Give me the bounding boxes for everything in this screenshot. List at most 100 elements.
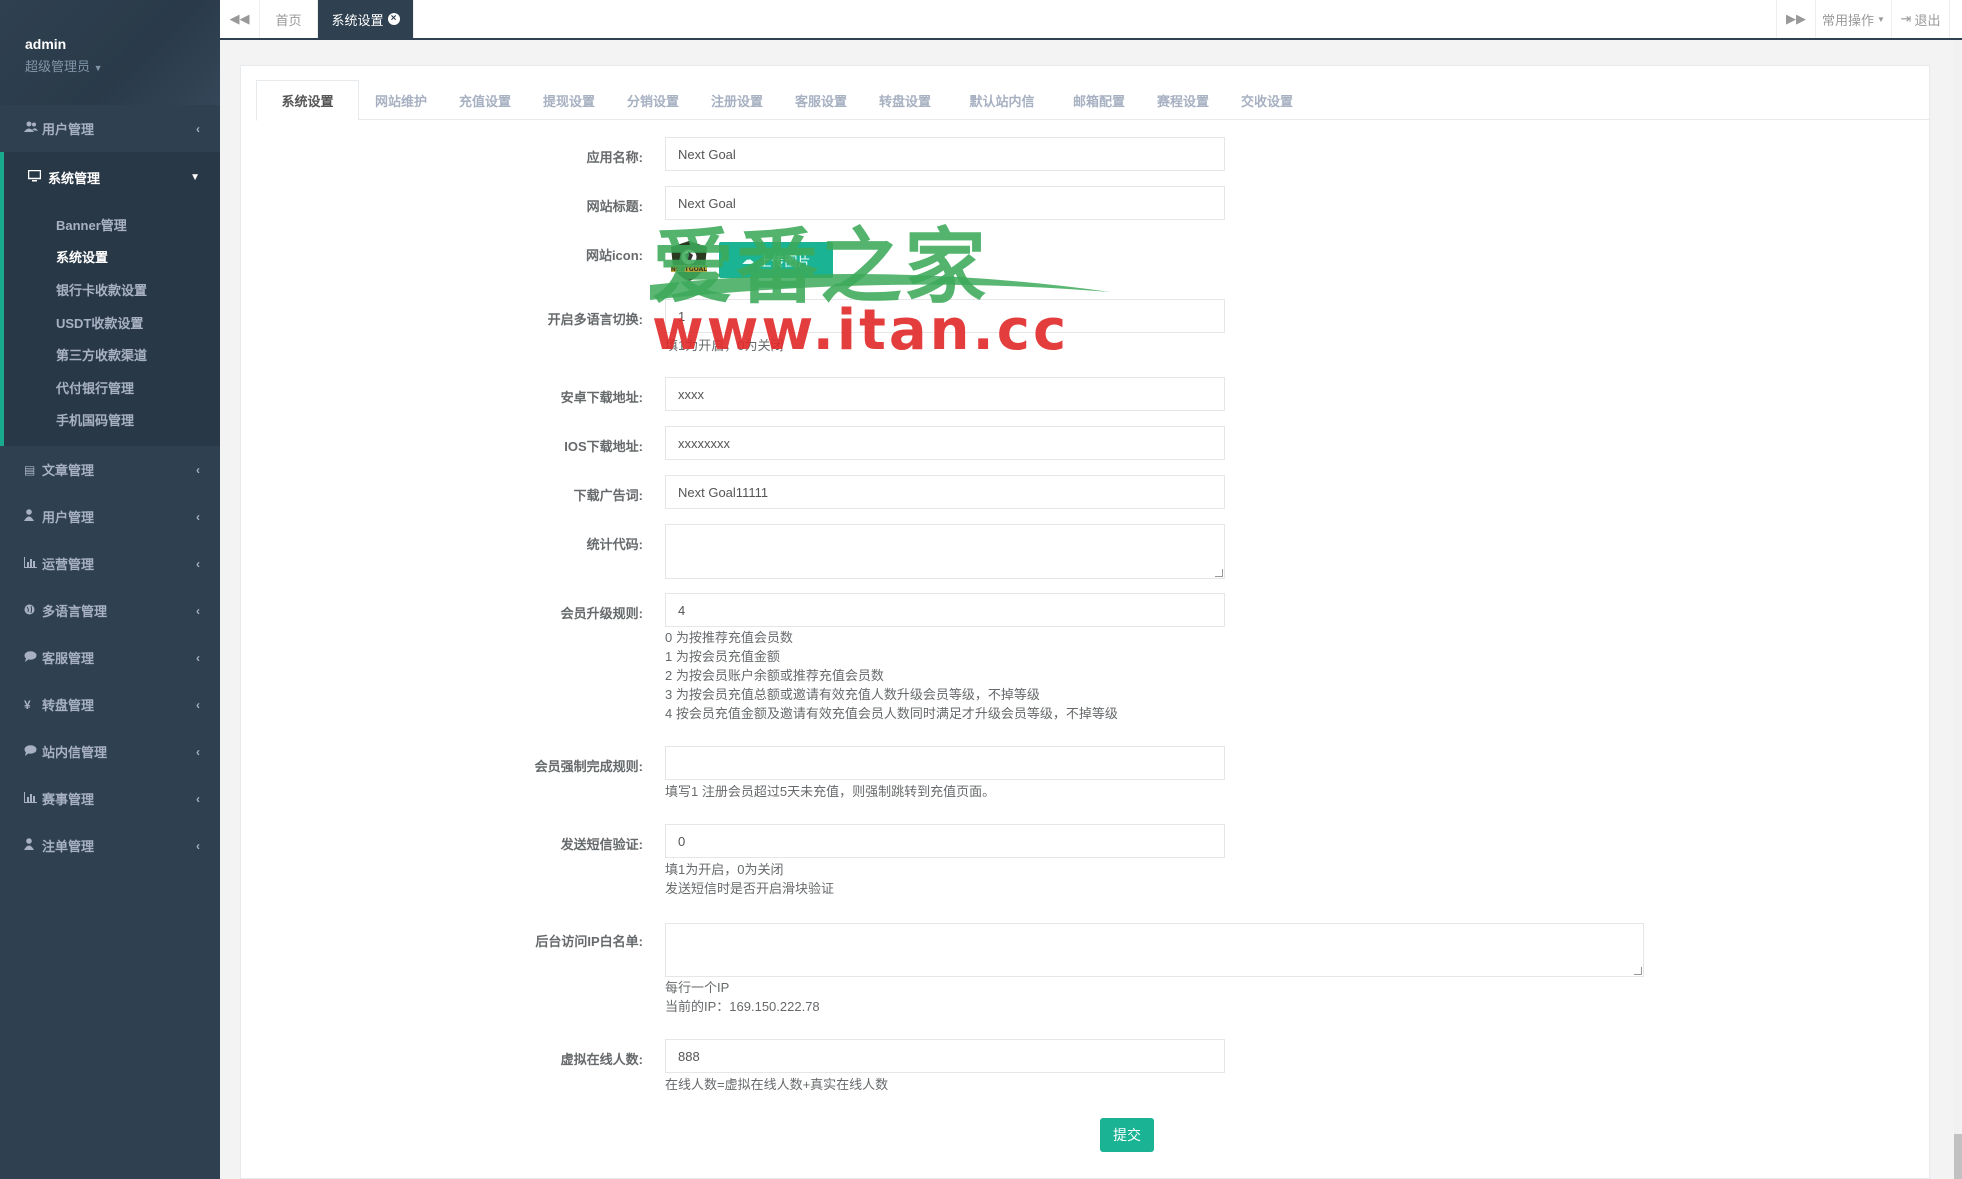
tab-home[interactable]: 首页 bbox=[260, 0, 318, 38]
tab-settlement[interactable]: 交收设置 bbox=[1225, 80, 1309, 121]
chevron-left-icon: ‹ bbox=[196, 697, 200, 712]
ip-whitelist-label: 后台访问IP白名单: bbox=[535, 934, 643, 949]
sidebar-subitem-payout-bank[interactable]: 代付银行管理 bbox=[4, 371, 220, 404]
double-chevron-right-icon: ▶▶ bbox=[1786, 11, 1806, 26]
tab-register[interactable]: 注册设置 bbox=[695, 80, 779, 121]
sidebar-item-matches[interactable]: 赛事管理 ‹ bbox=[0, 775, 220, 822]
top-tab-bar: ◀◀ 首页 系统设置 × ▶▶ 常用操作 ▼ ⇥ 退出 bbox=[220, 0, 1962, 40]
desktop-icon bbox=[27, 169, 48, 185]
tab-schedule[interactable]: 赛程设置 bbox=[1141, 80, 1225, 121]
book-icon: ▤ bbox=[24, 462, 36, 477]
sidebar: admin 超级管理员 ▼ 用户管理 ‹ 系统管理 ▼ Banner管理 系统设… bbox=[0, 0, 220, 1179]
users-icon bbox=[24, 121, 42, 136]
chevron-left-icon: ‹ bbox=[196, 838, 200, 853]
user-icon bbox=[24, 509, 42, 524]
tab-withdraw[interactable]: 提现设置 bbox=[527, 80, 611, 121]
virtual-online-help: 在线人数=虚拟在线人数+真实在线人数 bbox=[665, 1077, 889, 1092]
tab-distribution[interactable]: 分销设置 bbox=[611, 80, 695, 121]
sms-verify-label: 发送短信验证: bbox=[560, 837, 643, 852]
sign-out-icon: ⇥ bbox=[1900, 11, 1912, 26]
sidebar-item-users-top[interactable]: 用户管理 ‹ bbox=[0, 105, 220, 152]
upgrade-rule-label: 会员升级规则: bbox=[560, 606, 643, 621]
sidebar-subitem-phone-code[interactable]: 手机国码管理 bbox=[4, 404, 220, 437]
force-rule-label: 会员强制完成规则: bbox=[534, 759, 643, 774]
force-rule-help: 填写1 注册会员超过5天未充值，则强制跳转到充值页面。 bbox=[665, 784, 996, 799]
sidebar-item-bets[interactable]: 注单管理 ‹ bbox=[0, 822, 220, 869]
sidebar-subitem-third-party[interactable]: 第三方收款渠道 bbox=[4, 338, 220, 371]
sidebar-item-operations[interactable]: 运营管理 ‹ bbox=[0, 540, 220, 587]
tab-recharge[interactable]: 充值设置 bbox=[443, 80, 527, 121]
sidebar-item-system[interactable]: 系统管理 ▼ bbox=[4, 152, 220, 202]
stats-code-label: 统计代码: bbox=[586, 537, 643, 552]
chevron-down-icon: ▼ bbox=[190, 171, 200, 183]
sms-verify-input[interactable]: 0 bbox=[665, 824, 1225, 858]
bar-chart-icon bbox=[24, 556, 42, 571]
sidebar-group-system: 系统管理 ▼ Banner管理 系统设置 银行卡收款设置 USDT收款设置 第三… bbox=[0, 152, 220, 447]
tab-service[interactable]: 客服设置 bbox=[779, 80, 863, 121]
logout-button[interactable]: ⇥ 退出 bbox=[1892, 0, 1950, 38]
chevron-left-icon: ‹ bbox=[196, 121, 200, 136]
common-ops-dropdown[interactable]: 常用操作 ▼ bbox=[1816, 0, 1892, 38]
submit-button[interactable]: 提交 bbox=[1100, 1118, 1154, 1152]
virtual-online-input[interactable]: 888 bbox=[665, 1039, 1225, 1073]
sidebar-item-messages[interactable]: 站内信管理 ‹ bbox=[0, 728, 220, 775]
scrollbar-thumb[interactable] bbox=[1954, 1134, 1962, 1179]
sidebar-item-articles[interactable]: ▤ 文章管理 ‹ bbox=[0, 446, 220, 493]
download-ad-input[interactable]: Next Goal11111 bbox=[665, 475, 1225, 509]
force-rule-input[interactable] bbox=[665, 746, 1225, 780]
sidebar-subitem-banner[interactable]: Banner管理 bbox=[4, 208, 220, 241]
user-icon bbox=[24, 838, 42, 853]
upgrade-rule-help: 0 为按推荐充值会员数 1 为按会员充值金额 2 为按会员账户余额或推荐充值会员… bbox=[665, 630, 1118, 721]
bar-chart-icon bbox=[24, 791, 42, 806]
tab-maintenance[interactable]: 网站维护 bbox=[359, 80, 443, 121]
site-title-label: 网站标题: bbox=[586, 199, 643, 214]
ios-url-input[interactable]: xxxxxxxx bbox=[665, 426, 1225, 460]
yen-icon: ¥ bbox=[24, 697, 31, 712]
tab-default-message[interactable]: 默认站内信 bbox=[947, 80, 1057, 121]
caret-down-icon: ▼ bbox=[1877, 14, 1885, 24]
multi-lang-label: 开启多语言切换: bbox=[547, 312, 643, 327]
user-role-dropdown[interactable]: 超级管理员 ▼ bbox=[25, 56, 220, 75]
comment-icon bbox=[24, 744, 42, 759]
chevron-left-icon: ‹ bbox=[196, 556, 200, 571]
chevron-left-icon: ‹ bbox=[196, 791, 200, 806]
sidebar-item-languages[interactable]: 多语言管理 ‹ bbox=[0, 587, 220, 634]
sidebar-subitem-system-settings[interactable]: 系统设置 bbox=[4, 241, 220, 274]
virtual-online-label: 虚拟在线人数: bbox=[560, 1052, 643, 1067]
resize-handle[interactable] bbox=[1215, 569, 1223, 577]
download-ad-label: 下载广告词: bbox=[573, 488, 643, 503]
resize-handle[interactable] bbox=[1634, 967, 1642, 975]
sidebar-item-label: 用户管理 bbox=[42, 122, 95, 137]
close-icon[interactable]: × bbox=[387, 13, 400, 25]
sidebar-subitem-usdt[interactable]: USDT收款设置 bbox=[4, 306, 220, 339]
user-name: admin bbox=[25, 36, 67, 52]
android-url-input[interactable]: xxxx bbox=[665, 377, 1225, 411]
sidebar-subitem-bank-card[interactable]: 银行卡收款设置 bbox=[4, 273, 220, 306]
ip-whitelist-textarea[interactable] bbox=[665, 923, 1644, 977]
chevron-left-icon: ‹ bbox=[196, 462, 200, 477]
tab-email[interactable]: 邮箱配置 bbox=[1057, 80, 1141, 121]
caret-down-icon: ▼ bbox=[93, 63, 103, 73]
scroll-left-button[interactable]: ◀◀ bbox=[220, 0, 260, 38]
chevron-left-icon: ‹ bbox=[196, 744, 200, 759]
app-name-input[interactable]: Next Goal bbox=[665, 137, 1225, 171]
globe-icon bbox=[24, 604, 42, 618]
watermark-url: www.itan.cc bbox=[652, 298, 1070, 363]
sidebar-item-wheel[interactable]: ¥ 转盘管理 ‹ bbox=[0, 681, 220, 728]
page-scrollbar[interactable] bbox=[1954, 40, 1962, 1179]
sidebar-submenu: Banner管理 系统设置 银行卡收款设置 USDT收款设置 第三方收款渠道 代… bbox=[4, 202, 220, 446]
stats-code-textarea[interactable] bbox=[665, 524, 1225, 579]
tab-wheel[interactable]: 转盘设置 bbox=[863, 80, 947, 121]
double-chevron-left-icon: ◀◀ bbox=[229, 11, 250, 26]
user-profile[interactable]: admin 超级管理员 ▼ bbox=[0, 0, 220, 105]
tab-system-settings[interactable]: 系统设置 × bbox=[318, 0, 414, 38]
comment-icon bbox=[24, 650, 42, 665]
chevron-left-icon: ‹ bbox=[196, 650, 200, 665]
scroll-right-button[interactable]: ▶▶ bbox=[1776, 0, 1816, 38]
tab-system[interactable]: 系统设置 bbox=[256, 80, 359, 121]
ios-url-label: IOS下载地址: bbox=[564, 439, 643, 454]
sidebar-item-users[interactable]: 用户管理 ‹ bbox=[0, 493, 220, 540]
sidebar-item-customer-service[interactable]: 客服管理 ‹ bbox=[0, 634, 220, 681]
upgrade-rule-input[interactable]: 4 bbox=[665, 593, 1225, 627]
app-name-label: 应用名称: bbox=[586, 150, 643, 165]
